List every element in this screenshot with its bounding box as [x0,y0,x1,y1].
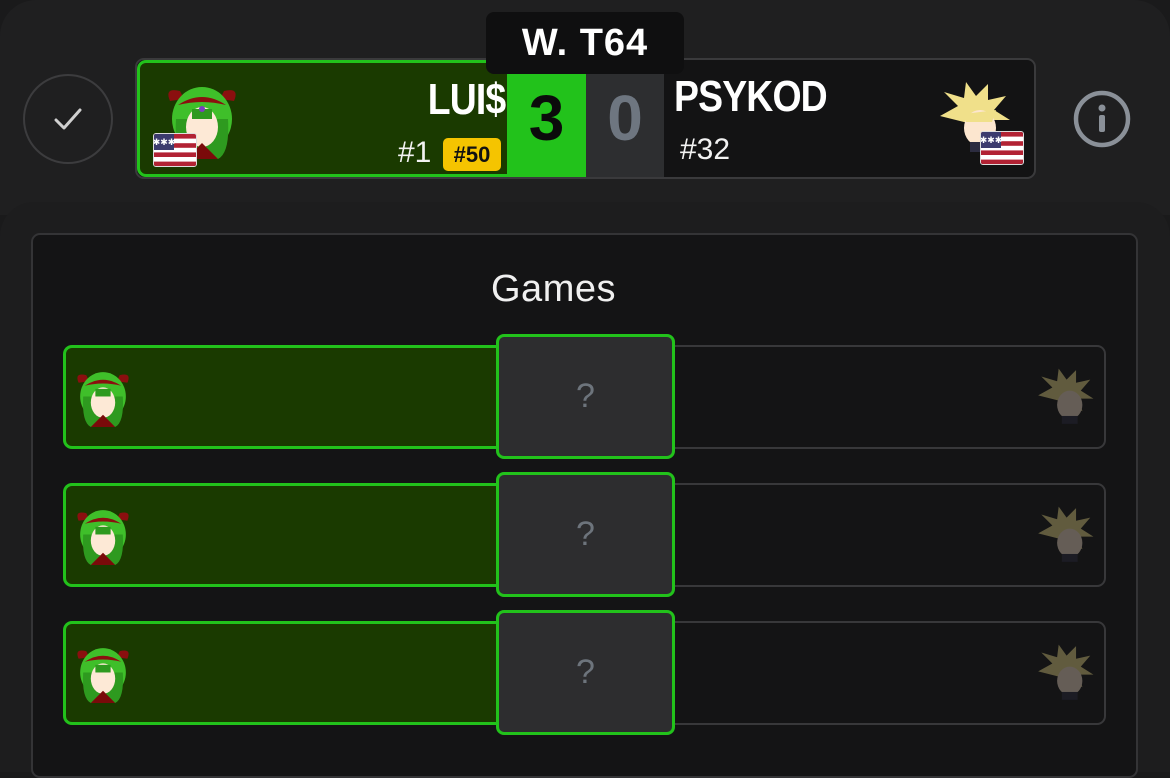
svg-text:✱✱✱: ✱✱✱ [154,138,175,148]
player2-character-icon [1038,368,1094,424]
player1-character-icon [77,648,129,703]
game3-result-button[interactable]: ? [496,610,675,735]
player1-seed: #1 [398,136,432,169]
info-icon [1073,90,1131,148]
game2-result-button[interactable]: ? [496,472,675,597]
game3-player2-side[interactable] [673,621,1106,725]
player2-score: 0 [586,60,664,177]
player1-panel[interactable]: ✱✱✱ LUI$ #1 #50 [137,60,507,177]
player1-score: 3 [507,60,586,177]
player2-panel[interactable]: PSYKOD #32 ✱✱✱ [664,60,1034,177]
svg-text:✱✱✱: ✱✱✱ [981,136,1002,146]
game-row[interactable]: ? [63,472,1106,597]
player1-name: LUI$ [427,75,506,124]
game2-player1-side[interactable] [63,483,497,587]
player1-flag-icon: ✱✱✱ [153,133,197,167]
confirm-button[interactable] [23,74,113,164]
player1-character-icon [77,510,129,565]
game1-player2-side[interactable] [673,345,1106,449]
game3-player1-side[interactable] [63,621,497,725]
game1-player1-side[interactable] [63,345,497,449]
player2-seed: #32 [680,133,731,166]
games-title: Games [491,268,616,310]
round-label: W. T64 [486,12,684,74]
player2-character-icon [1038,644,1094,700]
scoreboard: ✱✱✱ LUI$ #1 #50 3 0 PSYKOD #32 ✱✱✱ [135,58,1036,179]
game-row[interactable]: ? [63,334,1106,459]
player1-badge: #50 [443,138,501,171]
game-row[interactable]: ? [63,610,1106,735]
game2-player2-side[interactable] [673,483,1106,587]
player2-name: PSYKOD [674,72,828,121]
player2-flag-icon: ✱✱✱ [980,131,1024,165]
player2-character-icon [1038,506,1094,562]
checkmark-icon [54,108,82,130]
game1-result-button[interactable]: ? [496,334,675,459]
player1-character-icon [77,372,129,427]
info-button[interactable] [1072,89,1132,149]
